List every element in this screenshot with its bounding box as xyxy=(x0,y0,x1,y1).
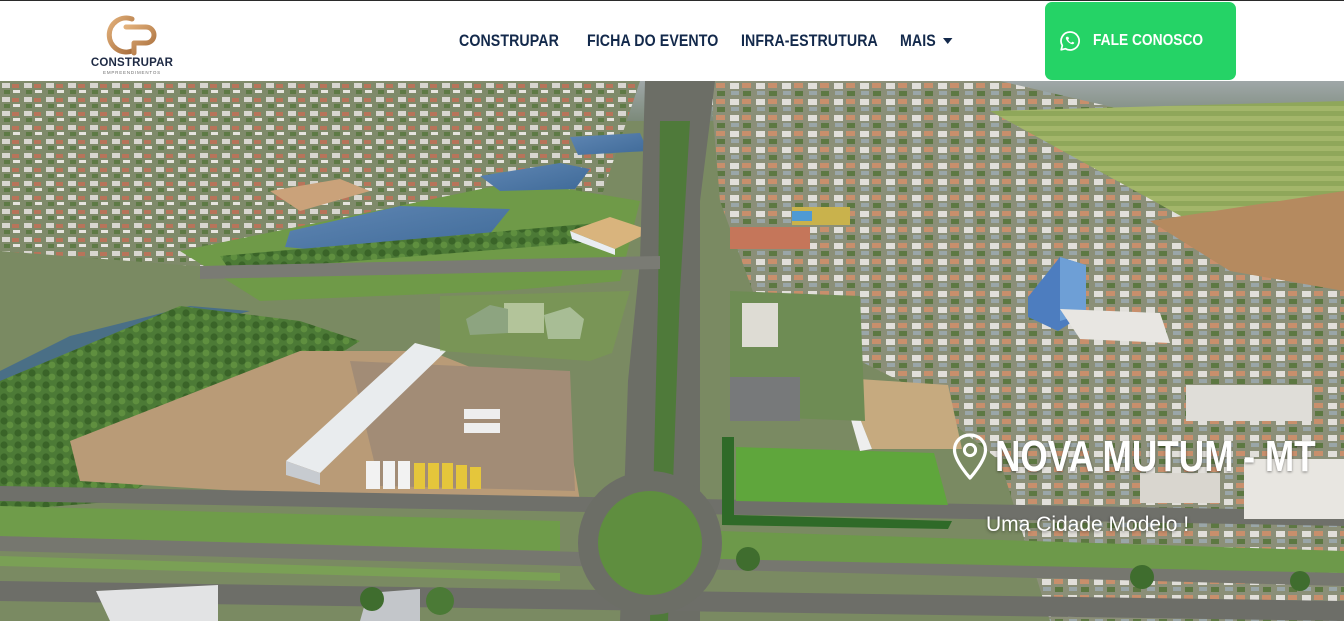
whatsapp-icon xyxy=(1060,31,1081,51)
aerial-city-photo xyxy=(0,81,1344,621)
brand-subtitle: EMPREENDIMENTOS xyxy=(103,70,161,75)
caret-down-icon xyxy=(942,38,953,45)
fale-conosco-button[interactable]: FALE CONOSCO xyxy=(1045,2,1236,80)
site-header: CONSTRUPAR EMPREENDIMENTOS CONSTRUPAR FI… xyxy=(0,0,1344,81)
hero-banner: NOVA MUTUM - MT Uma Cidade Modelo ! xyxy=(0,81,1344,621)
nav-item-ficha-do-evento[interactable]: FICHA DO EVENTO xyxy=(587,32,718,52)
hero-title: NOVA MUTUM - MT xyxy=(995,432,1316,481)
brand-name: CONSTRUPAR xyxy=(90,57,174,69)
nav-item-infra-estrutura[interactable]: INFRA-ESTRUTURA xyxy=(741,32,878,52)
nav-item-mais-label: MAIS xyxy=(900,32,936,50)
location-pin-icon xyxy=(952,433,988,480)
hero-tagline: Uma Cidade Modelo ! xyxy=(986,513,1190,536)
fale-conosco-label: FALE CONOSCO xyxy=(1093,32,1204,49)
logo-mark-icon xyxy=(106,15,157,56)
nav-item-mais[interactable]: MAIS xyxy=(900,32,953,52)
brand-logo[interactable]: CONSTRUPAR EMPREENDIMENTOS xyxy=(90,13,174,75)
nav-item-construpar[interactable]: CONSTRUPAR xyxy=(459,32,559,52)
